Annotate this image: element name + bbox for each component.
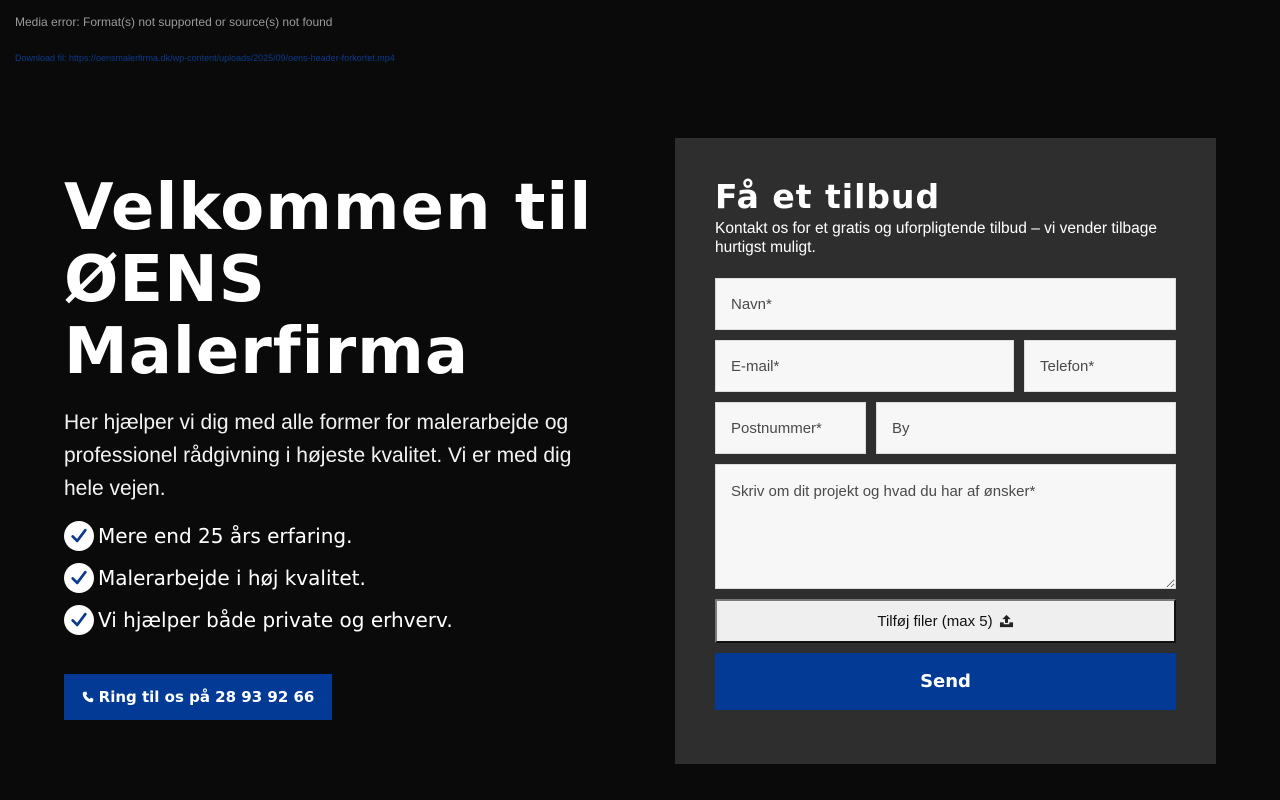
hero-title-line1: Velkommen til bbox=[64, 171, 593, 245]
form-row-address bbox=[715, 402, 1176, 454]
name-input[interactable] bbox=[715, 278, 1176, 330]
postal-code-input[interactable] bbox=[715, 402, 866, 454]
quote-form: Få et tilbud Kontakt os for et gratis og… bbox=[675, 138, 1216, 764]
check-circle-icon bbox=[64, 521, 94, 551]
hero-title-line2: ØENS bbox=[64, 243, 266, 317]
add-files-button[interactable]: Tilføj filer (max 5) bbox=[715, 599, 1176, 643]
message-textarea[interactable] bbox=[715, 464, 1176, 589]
feature-item: Vi hjælper både private og erhverv. bbox=[64, 599, 624, 641]
feature-label: Malerarbejde i høj kvalitet. bbox=[98, 566, 366, 590]
phone-icon bbox=[82, 691, 94, 703]
hero-lead-text: Her hjælper vi dig med alle former for m… bbox=[64, 411, 572, 500]
phone-input[interactable] bbox=[1024, 340, 1176, 392]
feature-item: Malerarbejde i høj kvalitet. bbox=[64, 557, 624, 599]
hero-section: Velkommen til ØENS Malerfirma Her hjælpe… bbox=[64, 172, 624, 641]
media-error-text: Media error: Format(s) not supported or … bbox=[15, 15, 333, 29]
form-row-contact bbox=[715, 340, 1176, 392]
upload-icon bbox=[999, 614, 1014, 628]
form-row-name bbox=[715, 278, 1176, 330]
form-row-message bbox=[715, 464, 1176, 589]
form-intro: Kontakt os for et gratis og uforpligtend… bbox=[715, 220, 1158, 256]
feature-label: Mere end 25 års erfaring. bbox=[98, 524, 353, 548]
check-circle-icon bbox=[64, 605, 94, 635]
send-button[interactable]: Send bbox=[715, 653, 1176, 710]
check-circle-icon bbox=[64, 563, 94, 593]
feature-label: Vi hjælper både private og erhverv. bbox=[98, 608, 453, 632]
hero-title: Velkommen til ØENS Malerfirma bbox=[64, 172, 624, 388]
download-video-link[interactable]: Download fil: https://oensmalerfirma.dk/… bbox=[15, 53, 395, 63]
email-input[interactable] bbox=[715, 340, 1014, 392]
form-title: Få et tilbud bbox=[715, 177, 941, 216]
city-input[interactable] bbox=[876, 402, 1176, 454]
add-files-label: Tilføj filer (max 5) bbox=[877, 612, 993, 630]
feature-list: Mere end 25 års erfaring. Malerarbejde i… bbox=[64, 515, 624, 641]
hero-title-line3: Malerfirma bbox=[64, 315, 469, 389]
call-button-label: Ring til os på 28 93 92 66 bbox=[98, 688, 315, 706]
feature-item: Mere end 25 års erfaring. bbox=[64, 515, 624, 557]
call-button[interactable]: Ring til os på 28 93 92 66 bbox=[64, 674, 332, 720]
